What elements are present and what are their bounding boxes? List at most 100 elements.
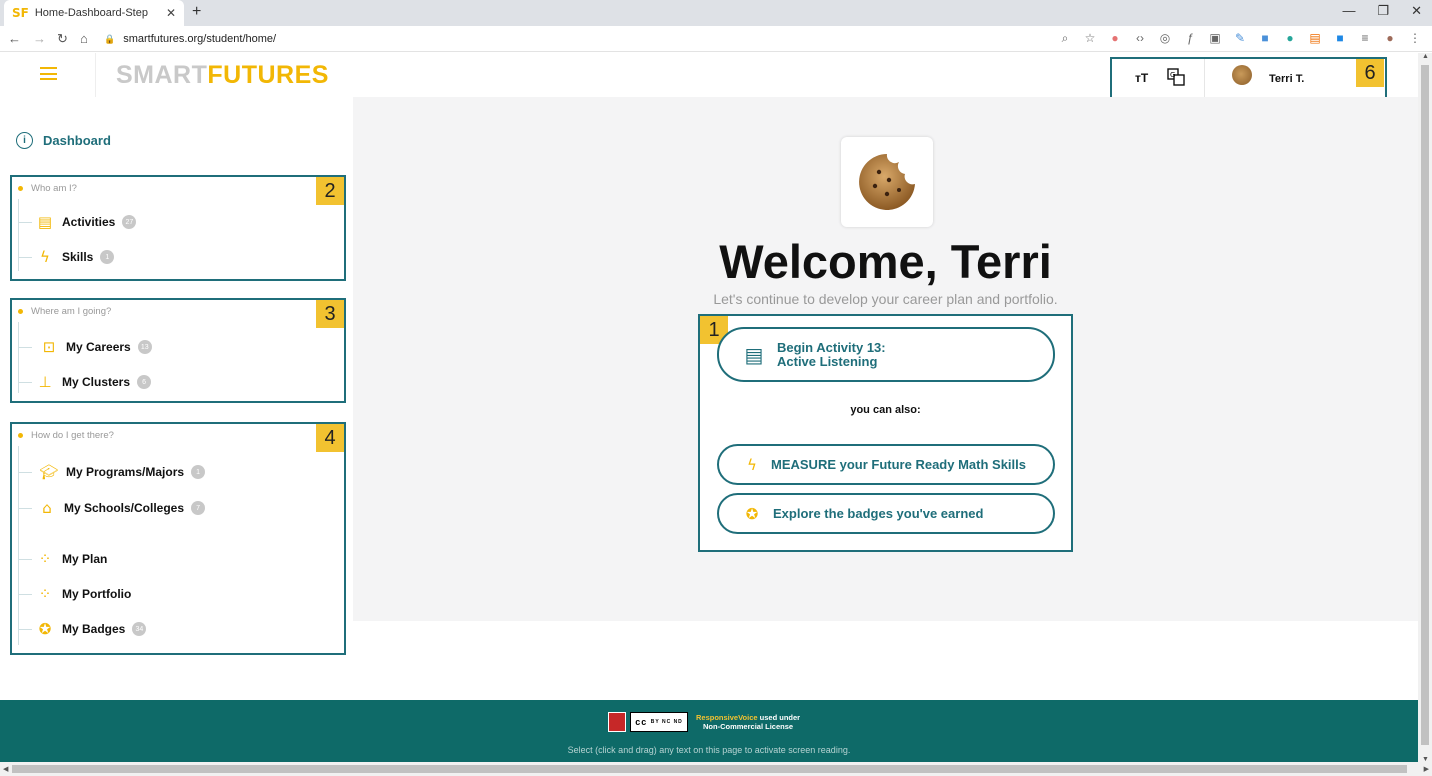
- license-link[interactable]: Non-Commercial License: [703, 722, 793, 731]
- footer: cc BY NC ND ResponsiveVoice used under N…: [0, 700, 1418, 762]
- portfolio-path-icon: ⁘: [38, 585, 52, 603]
- badge-icon: ✪: [38, 620, 52, 638]
- address-bar: ← → ↻ ⌂ 🔒 smartfutures.org/student/home/…: [0, 26, 1432, 52]
- group-marker: 2: [316, 177, 344, 205]
- window-controls: — ❐ ✕: [1342, 3, 1422, 19]
- horizontal-scrollbar[interactable]: ◀ ▶: [0, 762, 1432, 776]
- sidebar-item-my-schools[interactable]: ⌂ My Schools/Colleges 7: [18, 497, 206, 519]
- forward-icon[interactable]: →: [33, 31, 46, 46]
- count-badge: 7: [191, 501, 206, 515]
- extension-icon[interactable]: ✎: [1233, 31, 1247, 46]
- smartfutures-logo[interactable]: SMARTFUTURES: [116, 61, 329, 90]
- extension-icon[interactable]: ■: [1333, 31, 1347, 46]
- tab-title: Home-Dashboard-Step: [34, 7, 148, 19]
- license-text: ResponsiveVoice used under Non-Commercia…: [696, 713, 801, 731]
- sidebar-item-my-plan[interactable]: ⁘ My Plan: [18, 548, 107, 570]
- screen-reader-note: Select (click and drag) any text on this…: [567, 745, 851, 755]
- restore-icon[interactable]: ❐: [1377, 3, 1389, 19]
- extension-icon[interactable]: ◎: [1158, 31, 1172, 46]
- begin-activity-line2: Active Listening: [777, 353, 878, 369]
- sidebar-item-my-portfolio[interactable]: ⁘ My Portfolio: [18, 583, 131, 605]
- close-tab-icon[interactable]: ✕: [166, 6, 176, 20]
- creative-commons-icon[interactable]: cc BY NC ND: [630, 712, 688, 732]
- cookie-avatar-icon: [859, 154, 915, 210]
- sidebar-item-my-clusters[interactable]: ⊥ My Clusters 6: [18, 371, 152, 393]
- lightning-icon: ϟ: [40, 248, 50, 266]
- sidebar-item-dashboard[interactable]: i Dashboard: [16, 132, 111, 149]
- responsivevoice-logo-icon[interactable]: [608, 712, 626, 732]
- extension-icon[interactable]: ≡: [1358, 31, 1372, 46]
- sidebar: i Dashboard Who am I? ▤ Activities 27 ϟ …: [0, 97, 352, 675]
- header-divider: [95, 53, 96, 97]
- badge-icon: ✪: [745, 504, 759, 523]
- count-badge: 6: [137, 375, 152, 389]
- activities-icon: ▤: [37, 213, 53, 231]
- translate-icon[interactable]: G: [1167, 68, 1185, 86]
- app-header: SMARTFUTURES тT G Terri T. 6: [0, 53, 1418, 103]
- sidebar-item-my-programs[interactable]: 🎓︎ My Programs/Majors 1: [18, 461, 206, 483]
- group-title: Where am I going?: [18, 306, 111, 317]
- scroll-up-icon[interactable]: ▲: [1422, 53, 1429, 60]
- graduation-cap-icon: 🎓︎: [39, 463, 59, 481]
- lightning-icon: ϟ: [747, 455, 757, 474]
- browser-tab[interactable]: SF Home-Dashboard-Step ✕: [4, 0, 184, 26]
- measure-math-button[interactable]: ϟ MEASURE your Future Ready Math Skills: [717, 444, 1055, 485]
- zoom-icon[interactable]: ⌕: [1058, 31, 1072, 46]
- lock-icon: 🔒: [104, 33, 116, 44]
- license-badges: cc BY NC ND ResponsiveVoice used under N…: [608, 712, 800, 732]
- next-steps-box: 1 ▤ Begin Activity 13: Active Listening y…: [698, 314, 1073, 552]
- extension-icon[interactable]: ƒ: [1183, 31, 1197, 46]
- vertical-scroll-thumb[interactable]: [1421, 65, 1429, 745]
- count-badge: 1: [100, 250, 115, 264]
- vertical-scrollbar[interactable]: ▲ ▼: [1418, 53, 1432, 763]
- extension-icon[interactable]: ‹›: [1133, 31, 1147, 46]
- bookmark-star-icon[interactable]: ☆: [1083, 31, 1097, 46]
- user-avatar[interactable]: [1232, 65, 1252, 85]
- url-text: smartfutures.org/student/home/: [123, 33, 277, 45]
- sidebar-group-who-am-i: Who am I? ▤ Activities 27 ϟ Skills 1 2: [10, 175, 346, 281]
- org-chart-icon: ⊥: [38, 373, 52, 391]
- extension-icon[interactable]: ▤: [1308, 31, 1322, 46]
- responsivevoice-link[interactable]: ResponsiveVoice: [696, 713, 758, 722]
- begin-activity-line1: Begin Activity 13:: [777, 339, 886, 355]
- explore-badges-button[interactable]: ✪ Explore the badges you've earned: [717, 493, 1055, 534]
- reload-icon[interactable]: ↻: [57, 31, 68, 47]
- sidebar-item-my-badges[interactable]: ✪ My Badges 34: [18, 618, 147, 640]
- extension-icon[interactable]: ■: [1258, 31, 1272, 46]
- sidebar-item-skills[interactable]: ϟ Skills 1: [18, 246, 115, 268]
- toolbox-divider: [1204, 59, 1205, 101]
- info-icon: i: [16, 132, 33, 149]
- close-window-icon[interactable]: ✕: [1411, 3, 1422, 19]
- toolbox-marker: 6: [1356, 59, 1384, 87]
- sidebar-item-my-careers[interactable]: ⊡ My Careers 13: [18, 336, 152, 358]
- welcome-subtitle: Let's continue to develop your career pl…: [713, 291, 1058, 307]
- hamburger-menu-icon[interactable]: [40, 67, 57, 80]
- svg-text:G: G: [1170, 71, 1175, 79]
- profile-avatar-icon[interactable]: ●: [1383, 31, 1397, 46]
- also-label: you can also:: [850, 404, 921, 416]
- favicon-icon: SF: [12, 6, 29, 20]
- user-name[interactable]: Terri T.: [1269, 73, 1304, 85]
- text-size-icon[interactable]: тT: [1135, 71, 1148, 85]
- url-field[interactable]: 🔒 smartfutures.org/student/home/: [104, 29, 1104, 49]
- extension-icon[interactable]: ▣: [1208, 31, 1222, 46]
- group-title: How do I get there?: [18, 430, 114, 441]
- sidebar-item-activities[interactable]: ▤ Activities 27: [18, 211, 137, 233]
- scroll-left-icon[interactable]: ◀: [3, 765, 8, 773]
- extension-icon[interactable]: ●: [1108, 31, 1122, 46]
- minimize-icon[interactable]: —: [1342, 3, 1355, 19]
- extension-icons: ⌕ ☆ ● ‹› ◎ ƒ ▣ ✎ ■ ● ▤ ■ ≡ ● ⋮: [1058, 31, 1422, 46]
- home-icon[interactable]: ⌂: [80, 31, 88, 46]
- briefcase-icon: ⊡: [42, 338, 56, 356]
- horizontal-scroll-thumb[interactable]: [12, 765, 1407, 773]
- menu-dots-icon[interactable]: ⋮: [1408, 31, 1422, 46]
- group-marker: 3: [316, 300, 344, 328]
- school-building-icon: ⌂: [42, 499, 52, 517]
- back-icon[interactable]: ←: [8, 31, 21, 46]
- count-badge: 34: [132, 622, 147, 636]
- new-tab-icon[interactable]: +: [192, 3, 201, 21]
- avatar-card: [841, 137, 933, 227]
- scroll-right-icon[interactable]: ▶: [1424, 765, 1429, 773]
- begin-activity-button[interactable]: ▤ Begin Activity 13: Active Listening: [717, 327, 1055, 382]
- extension-icon[interactable]: ●: [1283, 31, 1297, 46]
